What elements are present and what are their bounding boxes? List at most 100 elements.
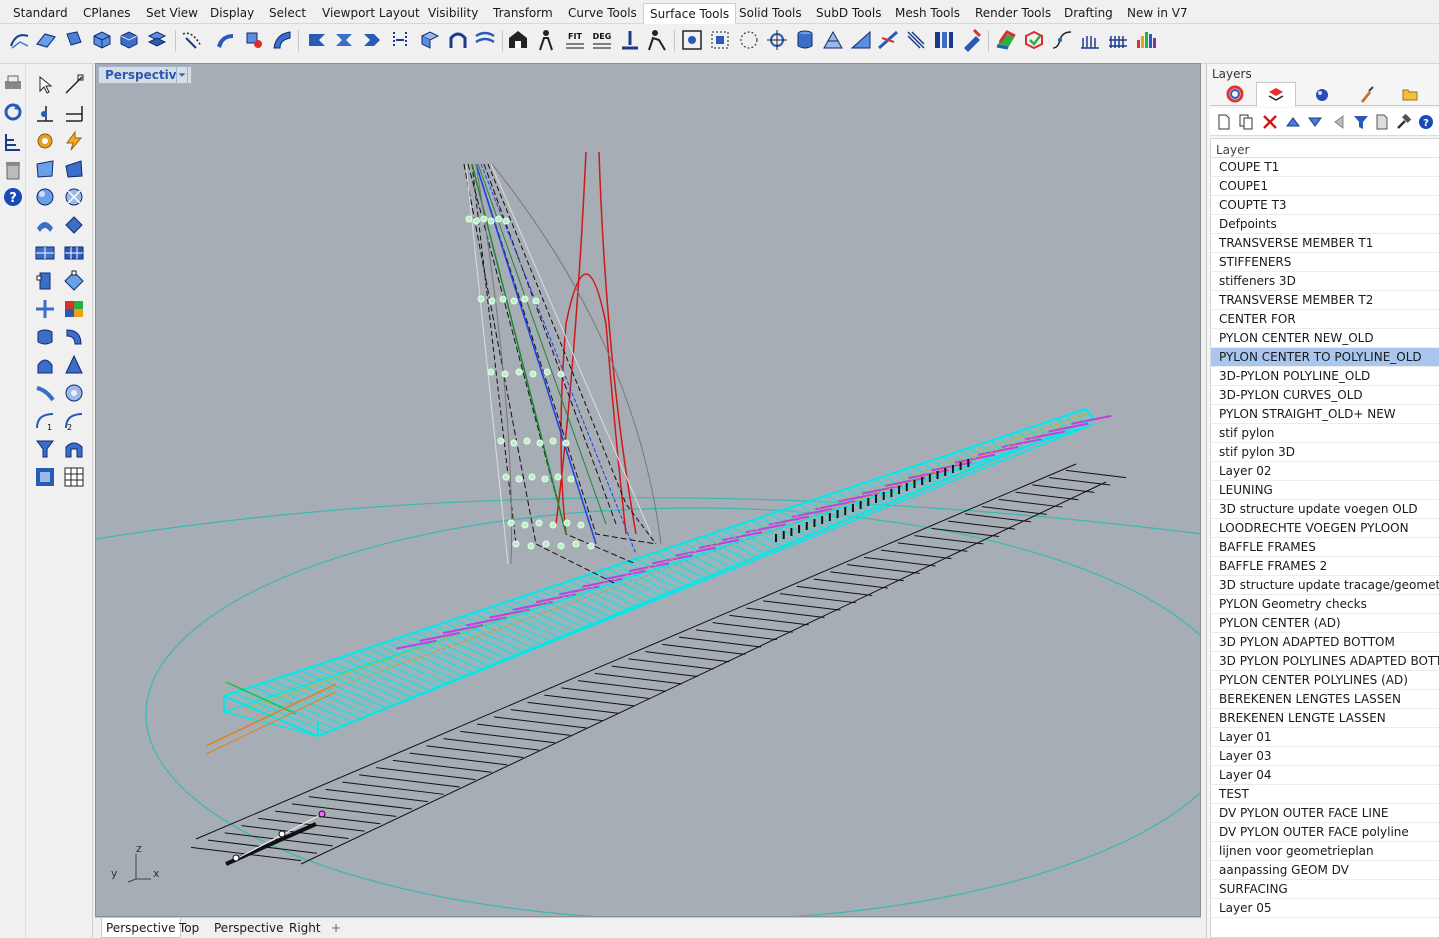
- layer-row[interactable]: Layer 03: [1211, 747, 1439, 766]
- tab-cplanes[interactable]: CPlanes: [83, 6, 131, 20]
- column-icon[interactable]: [34, 270, 56, 292]
- layer-states-button[interactable]: [1372, 112, 1392, 132]
- torus-icon[interactable]: [63, 382, 85, 404]
- paint-icon[interactable]: [960, 28, 984, 52]
- layer-row[interactable]: TEST: [1211, 785, 1439, 804]
- layer-row[interactable]: 3D-PYLON POLYLINE_OLD: [1211, 367, 1439, 386]
- layer-row[interactable]: SURFACING: [1211, 880, 1439, 899]
- person-figure-icon[interactable]: [534, 28, 558, 52]
- control-points-icon[interactable]: [708, 28, 732, 52]
- layer-row[interactable]: BAFFLE FRAMES 2: [1211, 557, 1439, 576]
- person-walk-icon[interactable]: [645, 28, 669, 52]
- offset-surface-icon[interactable]: [332, 28, 356, 52]
- panel-tab-properties[interactable]: [1215, 82, 1255, 106]
- tab-surface-tools[interactable]: Surface Tools: [643, 3, 737, 24]
- funnel-icon[interactable]: [34, 438, 56, 460]
- cylinder-solid-icon[interactable]: [34, 326, 56, 348]
- move-icon[interactable]: [34, 298, 56, 320]
- layer-row[interactable]: DV PYLON OUTER FACE LINE: [1211, 804, 1439, 823]
- move-layer-down-button[interactable]: [1305, 112, 1325, 132]
- tab-transform[interactable]: Transform: [493, 6, 553, 20]
- layer-row[interactable]: Layer 01: [1211, 728, 1439, 747]
- sine-curve-icon[interactable]: [1050, 28, 1074, 52]
- flow-surface-icon[interactable]: [473, 28, 497, 52]
- tab-drafting[interactable]: Drafting: [1064, 6, 1113, 20]
- layer-column-header[interactable]: Layer: [1211, 139, 1439, 158]
- tab-curve-tools[interactable]: Curve Tools: [568, 6, 637, 20]
- books-icon[interactable]: [932, 28, 956, 52]
- tree-icon[interactable]: [2, 131, 24, 153]
- layer-row[interactable]: LOODRECHTE VOEGEN PYLOON: [1211, 519, 1439, 538]
- tab-display[interactable]: Display: [210, 6, 254, 20]
- split-surface-icon[interactable]: [145, 28, 169, 52]
- match-surface-icon[interactable]: [360, 28, 384, 52]
- grid-block-icon[interactable]: [34, 242, 56, 264]
- arch-solid-icon[interactable]: [63, 438, 85, 460]
- line-icon[interactable]: [63, 102, 85, 124]
- layer-row[interactable]: PYLON CENTER NEW_OLD: [1211, 329, 1439, 348]
- layer-row[interactable]: DV PYLON OUTER FACE polyline: [1211, 823, 1439, 842]
- layer-row[interactable]: PYLON Geometry checks: [1211, 595, 1439, 614]
- layer-row[interactable]: COUPE T1: [1211, 158, 1439, 177]
- layer-row[interactable]: TRANSVERSE MEMBER T1: [1211, 234, 1439, 253]
- sphere-icon[interactable]: [34, 186, 56, 208]
- tab-set-view[interactable]: Set View: [146, 6, 198, 20]
- gear-icon[interactable]: [34, 130, 56, 152]
- layer-row[interactable]: 3D-PYLON CURVES_OLD: [1211, 386, 1439, 405]
- curvature-icon[interactable]: [876, 28, 900, 52]
- histogram-icon[interactable]: [1134, 28, 1158, 52]
- layer-row[interactable]: PYLON CENTER (AD): [1211, 614, 1439, 633]
- tab-render-tools[interactable]: Render Tools: [975, 6, 1051, 20]
- fillet-icon[interactable]: [63, 214, 85, 236]
- layer-row[interactable]: aanpassing GEOM DV: [1211, 861, 1439, 880]
- fit-button[interactable]: FIT: [563, 28, 587, 52]
- triangle-mesh-icon[interactable]: [821, 28, 845, 52]
- deg-button[interactable]: DEG: [590, 28, 614, 52]
- layer-row[interactable]: PYLON CENTER TO POLYLINE_OLD: [1211, 348, 1439, 367]
- cage-edit-icon[interactable]: [63, 186, 85, 208]
- layer-row[interactable]: TRANSVERSE MEMBER T2: [1211, 291, 1439, 310]
- plane-surface-icon[interactable]: [34, 28, 58, 52]
- pipe-icon[interactable]: [63, 326, 85, 348]
- blend-1-icon[interactable]: 1: [34, 410, 56, 432]
- comb-icon[interactable]: [1078, 28, 1102, 52]
- trash-icon[interactable]: [2, 159, 24, 181]
- layer-row[interactable]: Layer 02: [1211, 462, 1439, 481]
- viewport-tab-top[interactable]: Top: [179, 921, 199, 935]
- bell-icon[interactable]: [34, 354, 56, 376]
- arc-surface-icon[interactable]: [34, 214, 56, 236]
- layer-row[interactable]: Defpoints: [1211, 215, 1439, 234]
- unroll-icon[interactable]: [388, 28, 412, 52]
- layer-row[interactable]: 3D structure update tracage/geometrie: [1211, 576, 1439, 595]
- layers-help-button[interactable]: ?: [1416, 112, 1436, 132]
- point-icon[interactable]: [34, 102, 56, 124]
- layer-row[interactable]: Layer 04: [1211, 766, 1439, 785]
- surface-analysis-icon[interactable]: [849, 28, 873, 52]
- add-viewport-tab-button[interactable]: +: [331, 921, 341, 935]
- box-surface-icon[interactable]: [90, 28, 114, 52]
- viewport-scene[interactable]: z x y: [96, 64, 1201, 917]
- move-layer-out-button[interactable]: [1329, 112, 1349, 132]
- texture-map-icon[interactable]: [34, 466, 56, 488]
- move-layer-up-button[interactable]: [1283, 112, 1303, 132]
- layer-row[interactable]: 3D PYLON ADAPTED BOTTOM: [1211, 633, 1439, 652]
- analyze-house-icon[interactable]: [506, 28, 530, 52]
- layer-row[interactable]: lijnen voor geometrieplan: [1211, 842, 1439, 861]
- printer-icon[interactable]: [2, 73, 24, 95]
- delete-layer-button[interactable]: [1260, 112, 1280, 132]
- layer-row[interactable]: stif pylon 3D: [1211, 443, 1439, 462]
- gumball-icon[interactable]: [765, 28, 789, 52]
- viewport-menu-button[interactable]: [176, 66, 188, 84]
- snap-grid-icon[interactable]: [680, 28, 704, 52]
- mesh-grid-icon[interactable]: [63, 466, 85, 488]
- rebuild-surface-icon[interactable]: [305, 28, 329, 52]
- layer-row[interactable]: STIFFENERS: [1211, 253, 1439, 272]
- tab-mesh-tools[interactable]: Mesh Tools: [895, 6, 960, 20]
- extrude-surface-icon[interactable]: [62, 28, 86, 52]
- check-cube-icon[interactable]: [1022, 28, 1046, 52]
- perspective-viewport[interactable]: z x y Perspective: [95, 63, 1201, 917]
- layer-row[interactable]: stif pylon: [1211, 424, 1439, 443]
- surface-patch-icon[interactable]: [34, 158, 56, 180]
- tab-visibility[interactable]: Visibility: [428, 6, 478, 20]
- layer-row[interactable]: BAFFLE FRAMES: [1211, 538, 1439, 557]
